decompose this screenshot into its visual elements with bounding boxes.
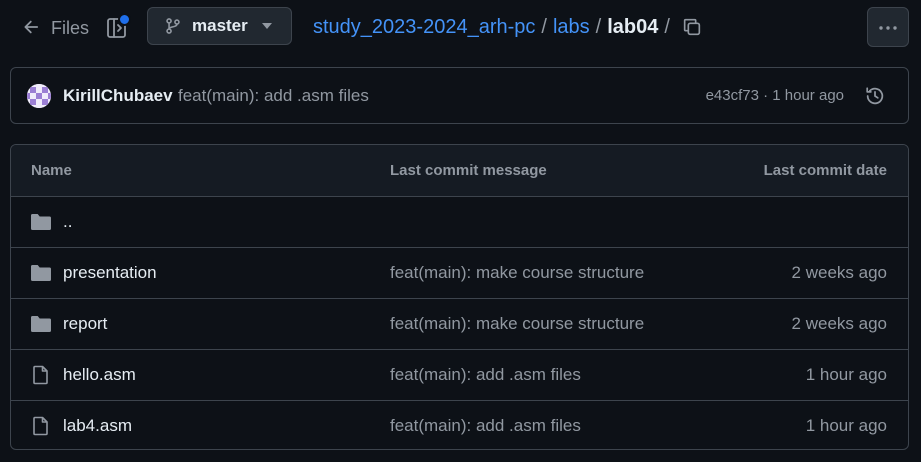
row-commit-message-link[interactable]: feat(main): make course structure (390, 263, 644, 283)
files-label[interactable]: Files (51, 18, 89, 39)
table-row[interactable]: presentation feat(main): make course str… (11, 248, 908, 299)
row-commit-message-link[interactable]: feat(main): add .asm files (390, 365, 581, 385)
row-name-link[interactable]: presentation (63, 263, 157, 283)
breadcrumb: study_2023-2024_arh-pc / labs / lab04 / (313, 16, 676, 39)
latest-commit-bar: KirillChubaev feat(main): add .asm files… (10, 67, 909, 124)
git-branch-icon (164, 17, 182, 35)
breadcrumb-separator: / (664, 16, 670, 38)
column-header-date: Last commit date (763, 162, 887, 179)
table-row[interactable]: report feat(main): make course structure… (11, 299, 908, 350)
breadcrumb-separator: / (595, 16, 602, 38)
row-commit-date: 1 hour ago (805, 365, 887, 384)
history-icon[interactable] (864, 85, 886, 107)
breadcrumb-labs-link[interactable]: labs (553, 16, 590, 39)
row-commit-date: 2 weeks ago (791, 314, 887, 333)
top-bar: Files master study_2023-2024_arh-pc / la… (0, 0, 921, 56)
caret-down-icon (261, 23, 272, 29)
copy-icon[interactable] (681, 16, 703, 38)
row-name-link[interactable]: hello.asm (63, 365, 136, 385)
table-row[interactable]: hello.asm feat(main): add .asm files 1 h… (11, 350, 908, 401)
branch-name: master (192, 16, 248, 35)
table-header: Name Last commit message Last commit dat… (11, 145, 908, 197)
commit-hash-time[interactable]: e43cf73 · 1 hour ago (706, 87, 844, 104)
breadcrumb-separator: / (541, 16, 547, 38)
file-icon (30, 416, 52, 436)
folder-icon (30, 263, 52, 283)
arrow-left-icon[interactable] (20, 16, 42, 38)
file-table: Name Last commit message Last commit dat… (10, 144, 909, 450)
row-commit-date: 2 weeks ago (791, 263, 887, 282)
row-commit-message-link[interactable]: feat(main): add .asm files (390, 416, 581, 436)
commit-author-link[interactable]: KirillChubaev (63, 86, 173, 106)
notification-dot (118, 13, 131, 26)
row-name-link[interactable]: .. (63, 212, 72, 232)
row-name-link[interactable]: report (63, 314, 107, 334)
folder-icon (30, 314, 52, 334)
breadcrumb-current: lab04 (607, 16, 659, 38)
table-row[interactable]: lab4.asm feat(main): add .asm files 1 ho… (11, 401, 908, 449)
sidebar-panel-icon[interactable] (105, 13, 131, 40)
commit-message-link[interactable]: feat(main): add .asm files (178, 86, 369, 106)
more-options-button[interactable] (867, 7, 909, 47)
row-commit-message-link[interactable]: feat(main): make course structure (390, 314, 644, 334)
column-header-message: Last commit message (390, 162, 547, 179)
row-name-link[interactable]: lab4.asm (63, 416, 132, 436)
breadcrumb-repo-link[interactable]: study_2023-2024_arh-pc (313, 16, 535, 39)
column-header-name: Name (31, 162, 72, 179)
branch-selector-button[interactable]: master (147, 7, 292, 45)
row-commit-date: 1 hour ago (805, 416, 887, 435)
folder-icon (30, 212, 52, 232)
avatar[interactable] (27, 84, 51, 108)
kebab-menu-icon (878, 18, 898, 36)
table-row[interactable]: .. (11, 197, 908, 248)
file-icon (30, 365, 52, 385)
